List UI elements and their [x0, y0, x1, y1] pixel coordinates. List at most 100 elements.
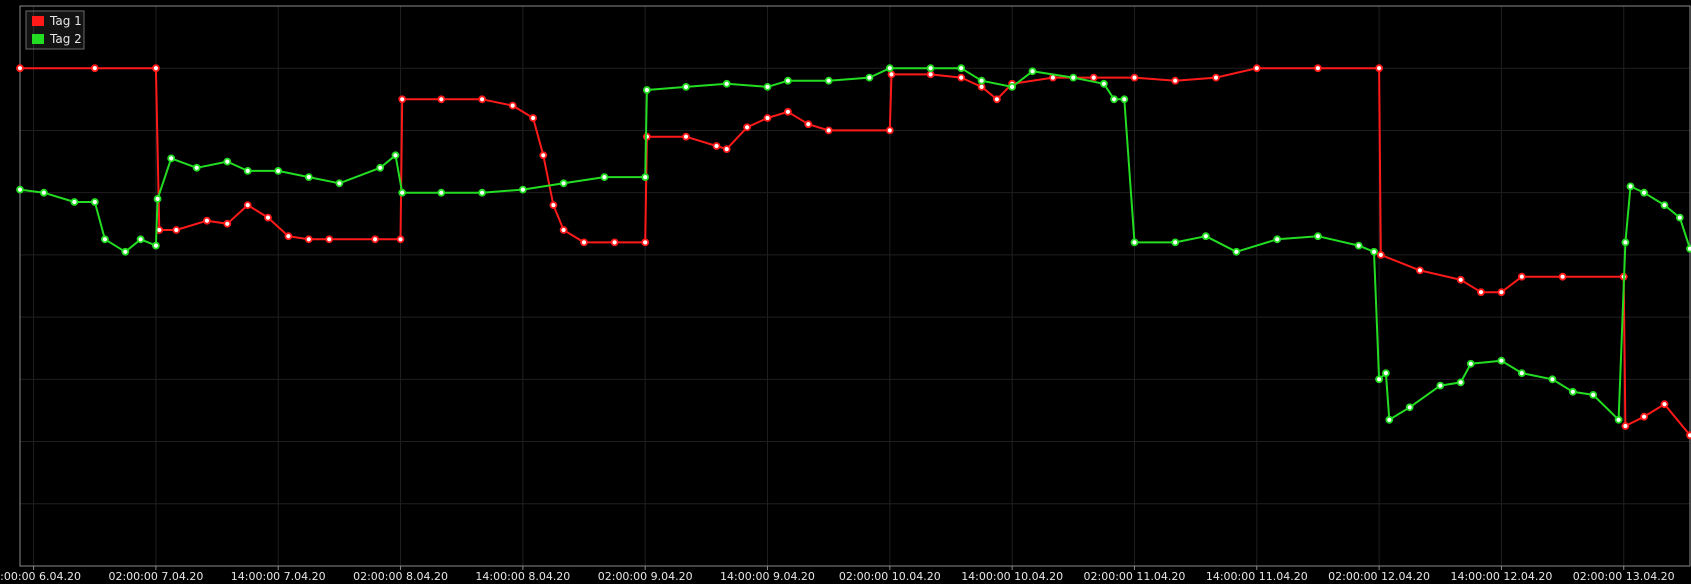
- data-point-tag-2[interactable]: [398, 188, 407, 197]
- data-point-tag-1[interactable]: [1171, 76, 1180, 85]
- data-point-tag-2[interactable]: [1069, 73, 1078, 82]
- data-point-tag-1[interactable]: [1416, 266, 1424, 275]
- data-point-tag-2[interactable]: [600, 173, 609, 182]
- data-point-tag-2[interactable]: [1171, 238, 1180, 247]
- data-point-tag-2[interactable]: [1354, 241, 1363, 250]
- data-point-tag-2[interactable]: [1100, 79, 1108, 88]
- data-point-tag-2[interactable]: [763, 83, 772, 91]
- data-point-tag-1[interactable]: [1376, 250, 1385, 259]
- data-point-tag-2[interactable]: [101, 235, 109, 244]
- data-point-tag-2[interactable]: [1375, 375, 1383, 384]
- data-point-tag-1[interactable]: [172, 226, 181, 234]
- data-point-tag-1[interactable]: [763, 114, 772, 122]
- data-point-tag-1[interactable]: [1497, 288, 1506, 297]
- data-point-tag-2[interactable]: [1456, 378, 1465, 387]
- data-point-tag-2[interactable]: [437, 188, 446, 197]
- data-point-tag-2[interactable]: [926, 64, 935, 73]
- data-point-tag-2[interactable]: [1640, 188, 1648, 197]
- legend-entry-tag-2[interactable]: Tag 2: [32, 32, 82, 46]
- data-point-tag-2[interactable]: [70, 198, 79, 206]
- data-point-tag-1[interactable]: [202, 216, 211, 225]
- data-point-tag-1[interactable]: [610, 238, 619, 247]
- data-point-tag-2[interactable]: [335, 179, 344, 188]
- data-point-tag-2[interactable]: [784, 76, 792, 85]
- data-point-tag-2[interactable]: [824, 76, 833, 85]
- data-point-tag-1[interactable]: [1456, 275, 1465, 284]
- data-point-tag-2[interactable]: [1382, 369, 1390, 378]
- data-point-tag-1[interactable]: [1089, 73, 1098, 82]
- data-point-tag-2[interactable]: [1273, 235, 1282, 244]
- data-point-tag-2[interactable]: [243, 166, 252, 175]
- data-point-tag-1[interactable]: [1375, 64, 1383, 73]
- data-point-tag-2[interactable]: [682, 83, 690, 91]
- data-point-tag-2[interactable]: [167, 154, 176, 163]
- data-point-tag-2[interactable]: [153, 194, 162, 203]
- data-point-tag-2[interactable]: [391, 151, 400, 160]
- data-point-tag-1[interactable]: [1517, 272, 1526, 281]
- data-point-tag-2[interactable]: [223, 157, 232, 166]
- data-point-tag-2[interactable]: [1614, 415, 1623, 424]
- data-point-tag-1[interactable]: [90, 64, 99, 73]
- data-point-tag-1[interactable]: [784, 107, 792, 116]
- data-point-tag-1[interactable]: [304, 235, 313, 244]
- data-point-tag-2[interactable]: [151, 241, 160, 250]
- data-point-tag-2[interactable]: [1008, 83, 1016, 91]
- data-point-tag-2[interactable]: [1466, 359, 1475, 368]
- data-point-tag-2[interactable]: [192, 163, 201, 172]
- data-point-tag-2[interactable]: [1621, 238, 1630, 247]
- data-point-tag-1[interactable]: [371, 235, 380, 244]
- data-point-tag-2[interactable]: [39, 188, 48, 197]
- data-point-tag-1[interactable]: [1130, 73, 1139, 82]
- data-point-tag-2[interactable]: [1686, 244, 1691, 253]
- data-point-tag-2[interactable]: [136, 235, 145, 244]
- data-point-tag-2[interactable]: [519, 185, 527, 194]
- data-point-tag-1[interactable]: [325, 235, 334, 244]
- data-point-tag-1[interactable]: [887, 70, 896, 79]
- data-point-tag-1[interactable]: [478, 95, 487, 104]
- data-point-tag-1[interactable]: [885, 126, 894, 135]
- data-point-tag-2[interactable]: [1660, 201, 1669, 210]
- data-point-tag-1[interactable]: [151, 64, 160, 73]
- data-point-tag-2[interactable]: [643, 86, 651, 94]
- data-point-tag-2[interactable]: [1110, 95, 1118, 104]
- data-point-tag-1[interactable]: [957, 73, 966, 82]
- data-point-tag-1[interactable]: [1252, 64, 1261, 73]
- data-point-tag-1[interactable]: [977, 83, 986, 91]
- data-point-tag-1[interactable]: [824, 126, 833, 135]
- data-point-tag-1[interactable]: [1212, 73, 1220, 82]
- data-point-tag-1[interactable]: [1640, 412, 1648, 421]
- data-point-tag-1[interactable]: [682, 132, 690, 141]
- data-point-tag-1[interactable]: [1686, 431, 1691, 440]
- data-point-tag-1[interactable]: [1660, 400, 1669, 409]
- legend[interactable]: Tag 1 Tag 2: [25, 10, 85, 50]
- data-point-tag-2[interactable]: [1568, 387, 1577, 396]
- data-point-tag-1[interactable]: [549, 201, 558, 210]
- data-point-tag-2[interactable]: [1589, 390, 1598, 399]
- data-point-tag-2[interactable]: [977, 76, 986, 85]
- data-point-tag-1[interactable]: [264, 213, 272, 222]
- data-point-tag-1[interactable]: [722, 145, 731, 154]
- data-point-tag-1[interactable]: [529, 114, 537, 122]
- data-point-tag-1[interactable]: [1621, 422, 1630, 430]
- data-point-tag-2[interactable]: [865, 73, 874, 82]
- data-point-tag-2[interactable]: [304, 173, 313, 182]
- data-point-tag-2[interactable]: [121, 247, 130, 256]
- data-point-tag-1[interactable]: [16, 64, 24, 73]
- data-point-tag-2[interactable]: [1548, 375, 1557, 384]
- data-point-tag-1[interactable]: [398, 95, 407, 104]
- data-point-tag-1[interactable]: [539, 151, 548, 160]
- data-point-tag-1[interactable]: [559, 226, 568, 234]
- data-point-tag-2[interactable]: [1497, 356, 1506, 365]
- data-point-tag-2[interactable]: [1201, 232, 1210, 241]
- data-point-tag-1[interactable]: [804, 120, 813, 129]
- data-point-tag-2[interactable]: [1120, 95, 1129, 104]
- data-point-tag-2[interactable]: [1405, 403, 1414, 412]
- data-point-tag-2[interactable]: [1314, 232, 1322, 241]
- data-point-tag-2[interactable]: [1232, 247, 1241, 256]
- data-point-tag-1[interactable]: [508, 101, 517, 110]
- data-point-tag-2[interactable]: [478, 188, 487, 197]
- data-point-tag-2[interactable]: [641, 173, 650, 182]
- data-point-tag-2[interactable]: [1370, 247, 1378, 256]
- data-point-tag-2[interactable]: [1517, 369, 1526, 378]
- data-point-tag-1[interactable]: [580, 238, 588, 247]
